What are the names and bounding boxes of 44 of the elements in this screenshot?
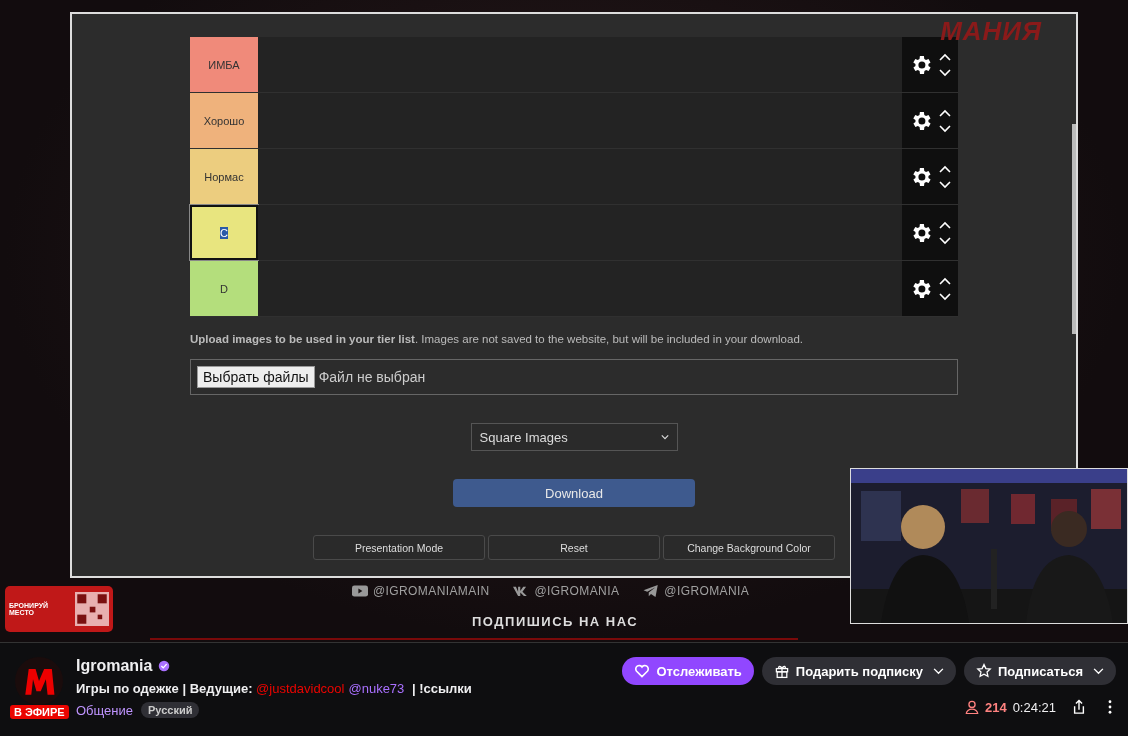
star-icon [976,663,992,679]
tier-label[interactable]: D [190,261,258,316]
caret-icon [660,434,669,440]
more-options-icon[interactable] [1108,700,1112,714]
social-handle: @IGROMANIA [534,584,620,598]
subscribe-button[interactable]: Подписаться [964,657,1116,685]
viewer-count: 214 [984,699,1007,715]
upload-note: Upload images to be used in your tier list. Images are not saved to the website, but will be included in your download. [190,333,804,345]
option-button[interactable]: Change Background Color [663,535,835,560]
social-handle: @IGROMANIAMAIN [373,584,490,598]
gift-sub-button[interactable]: Подарить подписку [761,657,956,685]
gift-icon [773,663,790,679]
paper-plane-icon [643,585,660,597]
mention-link[interactable]: @justdavidcool [256,681,345,696]
category-link[interactable]: Общение [76,702,133,718]
overlay-logo: МАНИЯ [940,16,1042,47]
social-handle: @IGROMANIA [664,584,750,598]
image-shape-dropdown[interactable]: Square Images [470,423,678,451]
uptime: 0:24:21 [1012,699,1056,715]
channel-name[interactable]: Igromania [76,657,153,675]
tier-label[interactable]: C [190,205,258,260]
stream-title: Игры по одежке | Ведущие: [76,681,254,696]
viewer-icon [964,700,979,714]
heart-icon [634,663,651,679]
tier-label[interactable]: Хорошо [190,93,258,148]
language-tag[interactable]: Русский [141,702,200,718]
option-button[interactable]: Reset [488,535,660,560]
scrollbar[interactable] [1072,124,1076,334]
stream-title: | !ссылки [410,681,472,696]
tier-label[interactable]: ИМБА [190,37,258,92]
mention-link[interactable]: @nuke73 [348,681,405,696]
caret-icon [933,667,944,675]
channel-avatar[interactable] [15,657,63,705]
option-button[interactable]: Presentation Mode [313,535,485,560]
download-button[interactable]: Download [453,479,695,507]
video-play-icon [352,585,368,597]
share-icon[interactable] [1072,699,1086,715]
tier-label[interactable]: Нормас [190,149,258,204]
subscribe-caption: ПОДПИШИСЬ НА НАС [472,614,639,629]
live-badge: В ЭФИРЕ [10,705,69,719]
follow-button[interactable]: Отслеживать [622,657,754,685]
caret-icon [1093,667,1104,675]
file-input-field[interactable]: Выбрать файлы Файл не выбран [190,359,958,395]
qr-code-icon [75,592,109,626]
